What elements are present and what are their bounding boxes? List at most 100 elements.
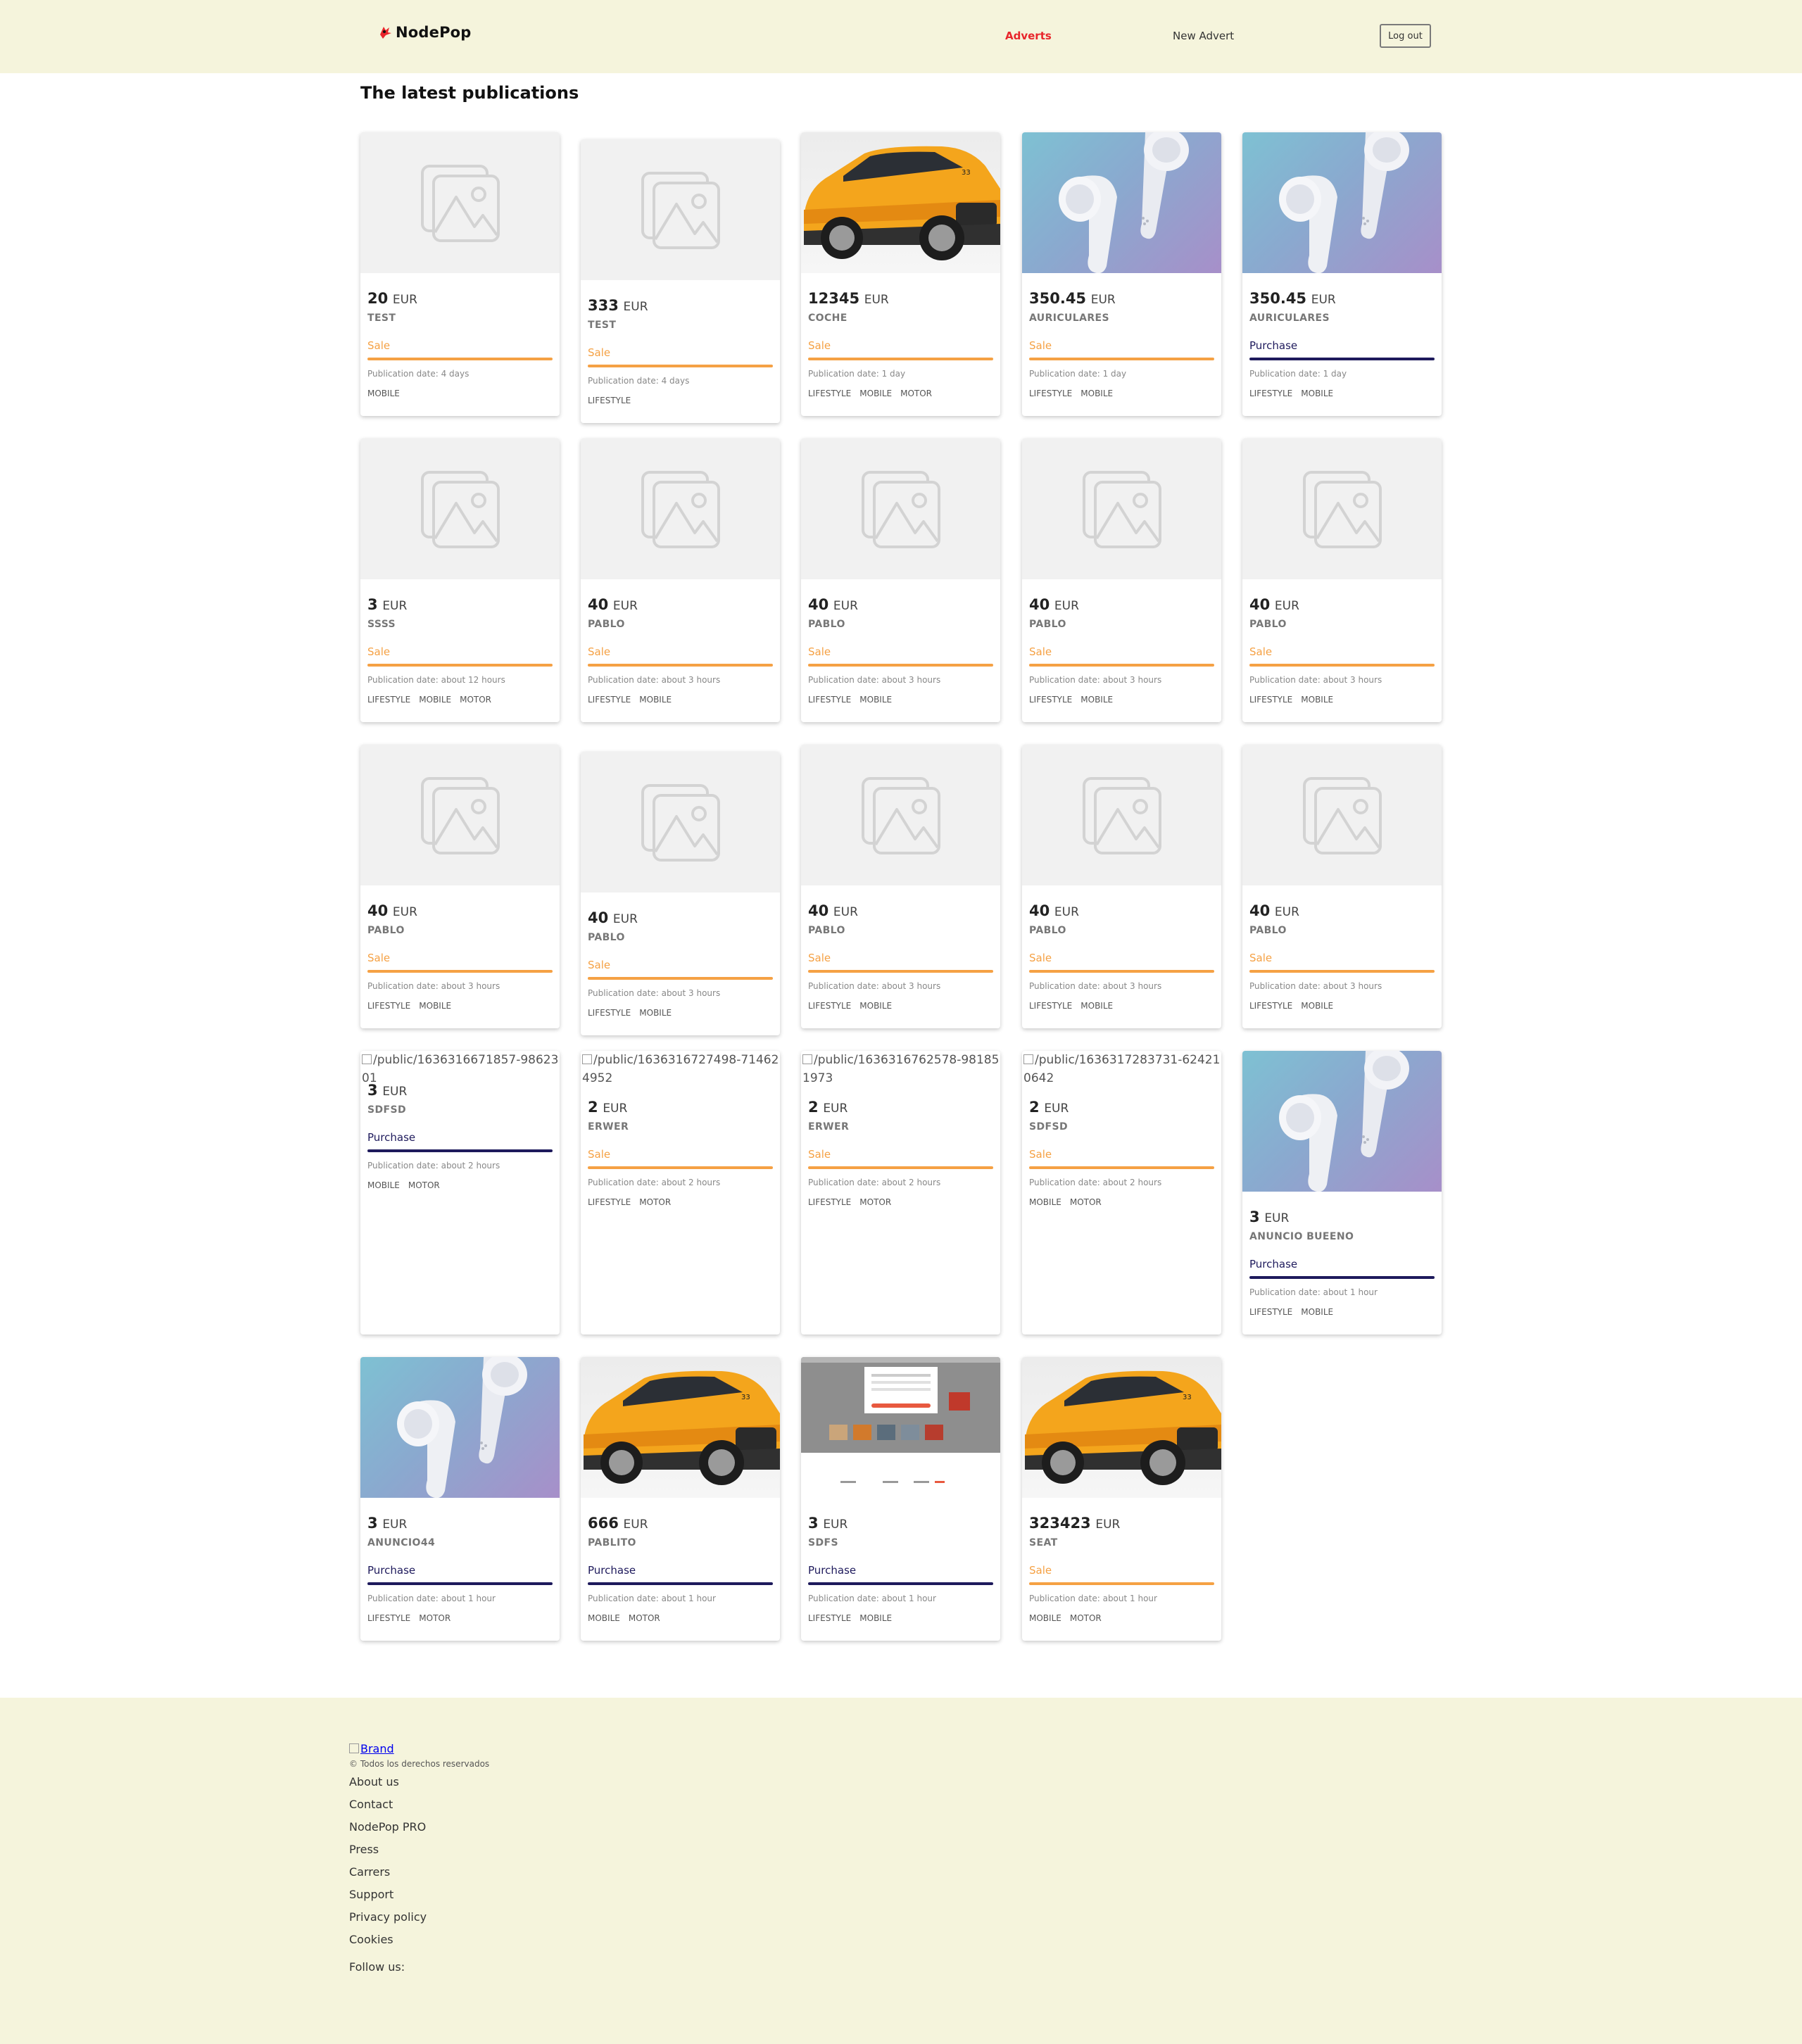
- advert-date: Publication date: about 2 hours: [367, 1161, 500, 1171]
- advert-type-bar: [1249, 1276, 1435, 1279]
- advert-image: 33: [581, 1357, 780, 1498]
- advert-card[interactable]: 20 EUR TEST Sale Publication date: 4 days MO…: [360, 132, 560, 416]
- advert-card[interactable]: 40 EUR PABLO Sale Publication date: about 3…: [1022, 439, 1221, 722]
- advert-card-body: 3 EUR SDFSD Purchase Publication date: abou…: [367, 1080, 553, 1190]
- price-currency: EUR: [833, 599, 858, 613]
- advert-date: Publication date: about 1 hour: [1029, 1594, 1157, 1603]
- advert-card[interactable]: 350.45 EUR AURICULARES Purchase Publication…: [1242, 132, 1442, 416]
- advert-card[interactable]: /public/1636316727498-714624952 2 EUR ERWE…: [581, 1051, 780, 1335]
- footer-brand-link[interactable]: Brand: [349, 1742, 394, 1755]
- tag: MOBILE: [1029, 1197, 1061, 1207]
- price-currency: EUR: [1090, 293, 1116, 307]
- tag: LIFESTYLE: [1249, 1307, 1293, 1317]
- advert-card[interactable]: 40 EUR PABLO Sale Publication date: about 3…: [581, 439, 780, 722]
- advert-image: [801, 1357, 1000, 1498]
- advert-type-bar: [808, 1166, 993, 1169]
- advert-tags: LIFESTYLE MOTOR: [588, 1197, 773, 1207]
- advert-card[interactable]: 350.45 EUR AURICULARES Sale Publication dat…: [1022, 132, 1221, 416]
- advert-card[interactable]: /public/1636316671857-9862301 3 EUR SDFSD P…: [360, 1051, 560, 1335]
- advert-card[interactable]: /public/1636317283731-624210642 2 EUR SDFS…: [1022, 1051, 1221, 1335]
- advert-type-bar: [1249, 664, 1435, 667]
- tag: MOBILE: [419, 1001, 452, 1011]
- footer-link-privacy[interactable]: Privacy policy: [349, 1909, 427, 1931]
- advert-image-broken: /public/1636316762578-981851973: [801, 1051, 1000, 1087]
- advert-type: Sale: [808, 1148, 831, 1161]
- footer-link-about[interactable]: About us: [349, 1774, 427, 1796]
- tag: LIFESTYLE: [808, 695, 852, 705]
- tag: MOTOR: [408, 1180, 440, 1190]
- advert-price: 40 EUR: [1029, 901, 1214, 922]
- tag: MOBILE: [367, 1180, 400, 1190]
- advert-type: Sale: [1029, 1148, 1052, 1161]
- footer-link-support[interactable]: Support: [349, 1886, 427, 1909]
- car-photo: 33: [1025, 1370, 1221, 1485]
- tag: MOBILE: [859, 1001, 893, 1011]
- tag: MOBILE: [419, 695, 452, 705]
- advert-image-broken: /public/1636317283731-624210642: [1022, 1051, 1221, 1087]
- tag: MOBILE: [1301, 695, 1334, 705]
- advert-card[interactable]: 33 666 EUR PABLITO Purchase Publication date…: [581, 1357, 780, 1641]
- footer-brand-alt: Brand: [360, 1742, 394, 1755]
- tag: LIFESTYLE: [808, 1197, 852, 1207]
- advert-image: [1242, 132, 1442, 273]
- advert-card[interactable]: 40 EUR PABLO Sale Publication date: about 3…: [801, 439, 1000, 722]
- advert-card[interactable]: 3 EUR SDFS Purchase Publication date: about…: [801, 1357, 1000, 1641]
- advert-card[interactable]: 33 12345 EUR COCHE Sale Publication date: 1 …: [801, 132, 1000, 416]
- footer: Brand © Todos los derechos reservados Ab…: [0, 1698, 1802, 2044]
- advert-card-body: 350.45 EUR AURICULARES Purchase Publication…: [1249, 289, 1435, 398]
- footer-link-careers[interactable]: Carrers: [349, 1864, 427, 1886]
- advert-type: Purchase: [588, 1564, 636, 1577]
- advert-image: [1242, 439, 1442, 579]
- tag: MOBILE: [367, 389, 400, 398]
- brand-logo[interactable]: NodePop: [377, 24, 472, 41]
- advert-card[interactable]: 40 EUR PABLO Sale Publication date: about 3…: [360, 745, 560, 1028]
- advert-card-body: 666 EUR PABLITO Purchase Publication date: …: [588, 1513, 773, 1623]
- svg-text:33: 33: [1183, 1394, 1192, 1401]
- advert-name: PABLO: [588, 619, 625, 630]
- price-value: 40: [367, 902, 389, 919]
- advert-type: Sale: [1249, 645, 1273, 658]
- advert-card[interactable]: 333 EUR TEST Sale Publication date: 4 days L…: [581, 139, 780, 423]
- price-value: 3: [367, 1515, 378, 1532]
- advert-name: TEST: [588, 320, 617, 331]
- advert-name: TEST: [367, 313, 396, 324]
- price-currency: EUR: [823, 1518, 848, 1532]
- advert-price: 40 EUR: [808, 595, 993, 616]
- advert-card[interactable]: 40 EUR PABLO Sale Publication date: about 3…: [1242, 745, 1442, 1028]
- price-currency: EUR: [382, 1085, 408, 1099]
- price-currency: EUR: [1274, 599, 1299, 613]
- advert-card[interactable]: /public/1636316762578-981851973 2 EUR ERWE…: [801, 1051, 1000, 1335]
- nav-link-adverts[interactable]: Adverts: [1005, 30, 1052, 42]
- advert-tags: LIFESTYLE MOTOR: [367, 1613, 553, 1623]
- footer-link-contact[interactable]: Contact: [349, 1796, 427, 1819]
- logout-button[interactable]: Log out: [1380, 24, 1431, 48]
- advert-card[interactable]: 40 EUR PABLO Sale Publication date: about 3…: [801, 745, 1000, 1028]
- tag: LIFESTYLE: [588, 1008, 631, 1018]
- advert-date: Publication date: 1 day: [1029, 369, 1127, 379]
- advert-card[interactable]: 40 EUR PABLO Sale Publication date: about 3…: [581, 752, 780, 1035]
- image-placeholder-icon: [862, 471, 940, 548]
- advert-card[interactable]: 40 EUR PABLO Sale Publication date: about 3…: [1022, 745, 1221, 1028]
- advert-type-bar: [367, 358, 553, 360]
- advert-date: Publication date: about 3 hours: [588, 988, 721, 998]
- advert-name: PABLO: [588, 932, 625, 943]
- advert-card[interactable]: 40 EUR PABLO Sale Publication date: about 3…: [1242, 439, 1442, 722]
- advert-tags: LIFESTYLE MOBILE: [808, 1613, 993, 1623]
- footer-link-pro[interactable]: NodePop PRO: [349, 1819, 427, 1841]
- advert-name: ERWER: [808, 1121, 850, 1133]
- price-value: 2: [588, 1099, 598, 1116]
- advert-card[interactable]: 3 EUR SSSS Sale Publication date: about 12 …: [360, 439, 560, 722]
- advert-card[interactable]: 3 EUR ANUNCIO44 Purchase Publication date: …: [360, 1357, 560, 1641]
- price-currency: EUR: [382, 1518, 408, 1532]
- advert-type-bar: [588, 1166, 773, 1169]
- tag: LIFESTYLE: [367, 1001, 411, 1011]
- price-currency: EUR: [1095, 1518, 1121, 1532]
- advert-card[interactable]: 3 EUR ANUNCIO BUEENO Purchase Publication d…: [1242, 1051, 1442, 1335]
- advert-card[interactable]: 33 323423 EUR SEAT Sale Publication date: ab…: [1022, 1357, 1221, 1641]
- nav-link-new-advert[interactable]: New Advert: [1173, 30, 1234, 42]
- tag: MOTOR: [419, 1613, 451, 1623]
- footer-link-press[interactable]: Press: [349, 1841, 427, 1864]
- advert-image: [1022, 439, 1221, 579]
- tag: LIFESTYLE: [588, 695, 631, 705]
- footer-link-cookies[interactable]: Cookies: [349, 1931, 427, 1954]
